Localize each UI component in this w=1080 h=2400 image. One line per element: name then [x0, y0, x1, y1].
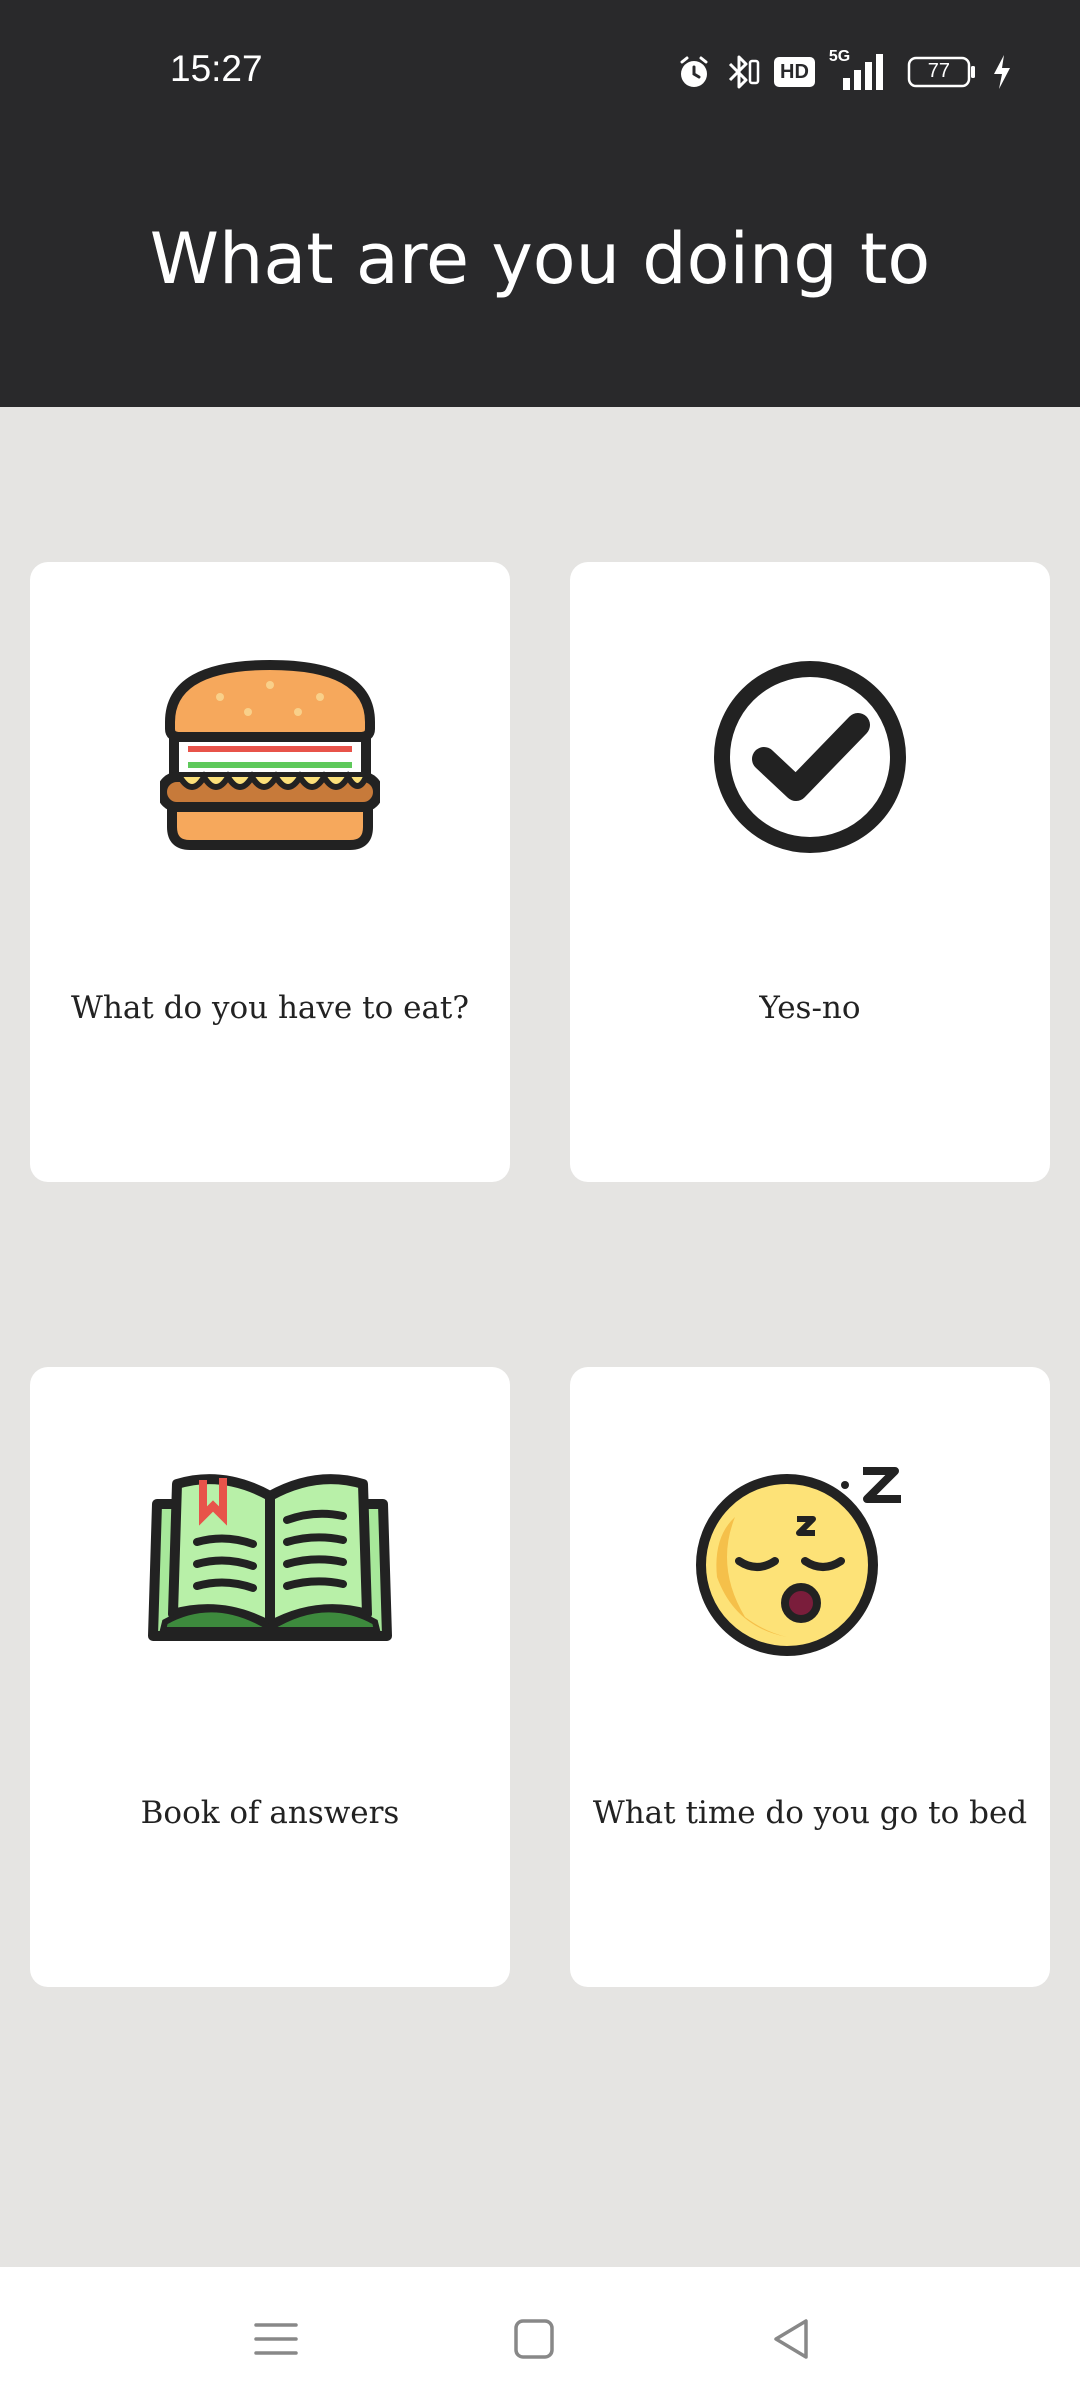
status-icons: HD 5G 77 — [676, 48, 1013, 94]
back-icon[interactable] — [764, 2311, 820, 2367]
card-book-of-answers[interactable]: Book of answers — [30, 1367, 510, 1987]
home-icon[interactable] — [506, 2311, 562, 2367]
card-label: What time do you go to bed — [592, 1795, 1028, 1831]
page-title: What are you doing to — [149, 218, 931, 300]
signal-5g-icon: 5G — [829, 48, 893, 92]
card-what-to-eat[interactable]: What do you have to eat? — [30, 562, 510, 1182]
charging-icon — [991, 53, 1013, 91]
card-bedtime[interactable]: What time do you go to bed — [570, 1367, 1050, 1987]
bluetooth-icon — [726, 53, 760, 91]
checkmark-circle-icon — [570, 562, 1050, 862]
hamburger-icon — [30, 562, 510, 862]
card-label: What do you have to eat? — [70, 990, 470, 1026]
card-label: Book of answers — [140, 1795, 400, 1831]
hd-icon: HD — [774, 57, 815, 87]
battery-level: 77 — [927, 60, 951, 82]
battery-icon: 77 — [907, 55, 977, 89]
sleeping-face-icon — [570, 1367, 1050, 1667]
app-header: 15:27 HD 5G 77 What are you doing to — [0, 0, 1080, 407]
open-book-icon — [30, 1367, 510, 1667]
status-time: 15:27 — [170, 48, 263, 89]
card-yes-no[interactable]: Yes-no — [570, 562, 1050, 1182]
system-nav-bar — [0, 2267, 1080, 2400]
card-label: Yes-no — [759, 990, 861, 1026]
alarm-icon — [676, 54, 712, 90]
menu-icon[interactable] — [248, 2311, 304, 2367]
